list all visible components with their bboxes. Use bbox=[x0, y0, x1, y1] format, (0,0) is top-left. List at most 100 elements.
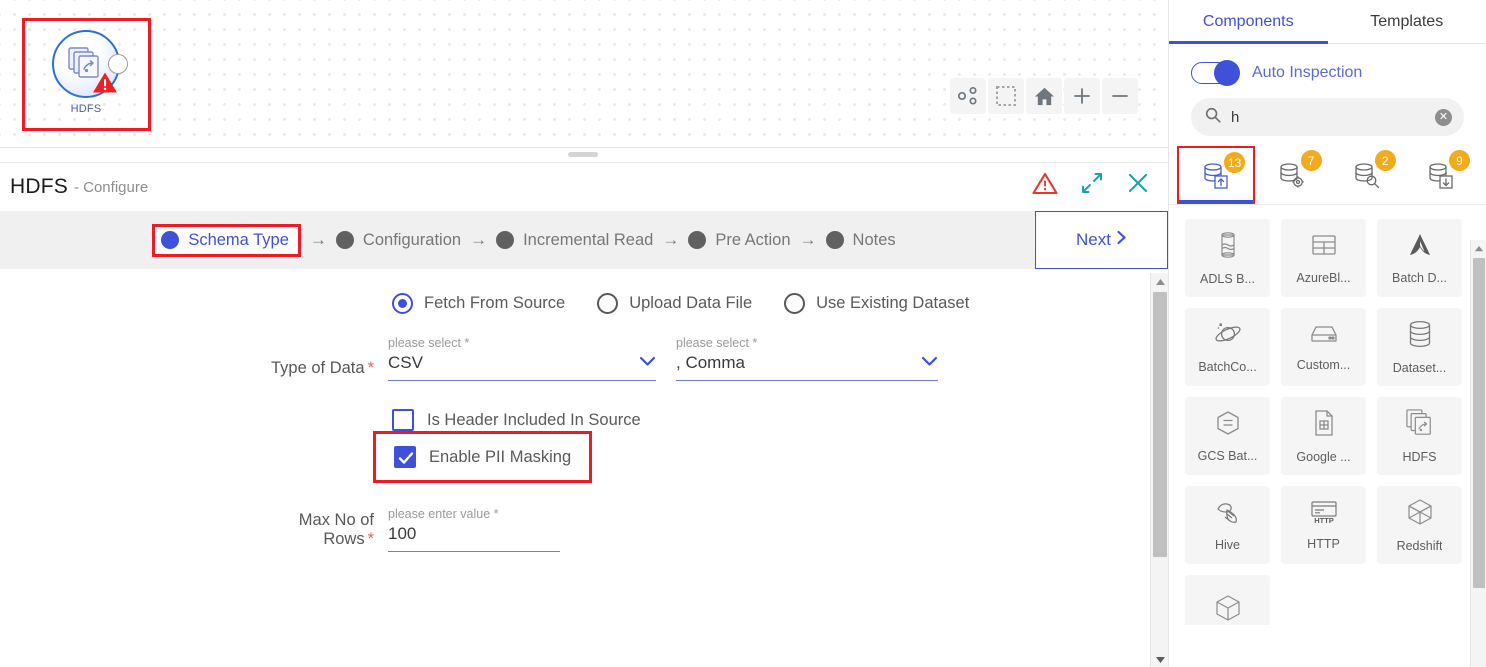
http-card-icon: HTTP bbox=[1310, 500, 1338, 529]
dialog-header: HDFS - Configure bbox=[0, 163, 1168, 211]
radio-indicator bbox=[392, 293, 413, 314]
arrow-peak-icon bbox=[1407, 232, 1433, 263]
max-no-of-rows-row: Max No of Rows * please enter value * bbox=[0, 507, 1168, 552]
hive-bee-icon bbox=[1214, 499, 1242, 530]
component-tile-adls[interactable]: ADLS B... bbox=[1185, 219, 1270, 297]
component-tile-partial[interactable] bbox=[1185, 575, 1270, 625]
scroll-down-icon[interactable] bbox=[1151, 651, 1169, 667]
zoom-out-icon[interactable] bbox=[1102, 78, 1138, 114]
home-icon[interactable] bbox=[1026, 78, 1062, 114]
component-tile-custom[interactable]: Custom... bbox=[1281, 308, 1366, 386]
configure-dialog: HDFS - Configure Schema Type → Configura… bbox=[0, 162, 1168, 667]
zoom-in-icon[interactable] bbox=[1064, 78, 1100, 114]
category-badge: 2 bbox=[1374, 150, 1396, 171]
enable-pii-masking-checkbox[interactable] bbox=[394, 446, 416, 468]
component-tile-http[interactable]: HTTP HTTP bbox=[1281, 486, 1366, 564]
dialog-stepper: Schema Type → Configuration → Incrementa… bbox=[0, 211, 1168, 269]
component-name: GCS Bat... bbox=[1197, 448, 1258, 463]
component-tile-google[interactable]: Google ... bbox=[1281, 397, 1366, 475]
category-sources[interactable]: 13 bbox=[1177, 146, 1256, 204]
dialog-actions bbox=[1032, 171, 1150, 195]
step-label: Pre Action bbox=[715, 230, 791, 249]
auto-inspection-label: Auto Inspection bbox=[1252, 64, 1363, 81]
step-notes[interactable]: Notes bbox=[825, 231, 896, 250]
source-mode-radio-group[interactable]: Fetch From Source Upload Data File Use E… bbox=[0, 269, 1168, 314]
data-format-select[interactable]: please select * CSV bbox=[388, 336, 656, 381]
max-no-of-rows-input[interactable] bbox=[388, 524, 560, 552]
component-tile-hive[interactable]: Hive bbox=[1185, 486, 1270, 564]
search-input[interactable] bbox=[1231, 108, 1435, 126]
category-transforms[interactable]: 7 bbox=[1255, 146, 1329, 204]
auto-inspection-row[interactable]: Auto Inspection bbox=[1169, 44, 1486, 86]
radio-use-existing-dataset[interactable]: Use Existing Dataset bbox=[784, 293, 969, 314]
splitter-grip[interactable] bbox=[568, 152, 598, 157]
radio-fetch-from-source[interactable]: Fetch From Source bbox=[392, 293, 565, 314]
category-inspect[interactable]: 2 bbox=[1330, 146, 1404, 204]
is-header-included-row[interactable]: Is Header Included In Source bbox=[0, 409, 1168, 431]
warning-icon[interactable] bbox=[1032, 172, 1058, 195]
dialog-scrollbar[interactable] bbox=[1150, 273, 1168, 667]
delimiter-control[interactable]: , Comma bbox=[676, 353, 938, 381]
tab-components[interactable]: Components bbox=[1169, 0, 1328, 44]
tab-templates[interactable]: Templates bbox=[1328, 0, 1486, 43]
clear-icon[interactable]: ✕ bbox=[1435, 108, 1452, 126]
component-tile-azureblob[interactable]: AzureBl... bbox=[1281, 219, 1366, 297]
max-no-of-rows-field[interactable]: please enter value * bbox=[388, 507, 560, 552]
is-header-included-label: Is Header Included In Source bbox=[427, 410, 641, 429]
panel-scroll-thumb[interactable] bbox=[1473, 258, 1485, 588]
delimiter-value: , Comma bbox=[676, 353, 745, 372]
dialog-scroll-thumb[interactable] bbox=[1153, 292, 1167, 557]
close-icon[interactable] bbox=[1126, 171, 1150, 195]
required-marker: * bbox=[367, 359, 374, 377]
expand-icon[interactable] bbox=[1080, 171, 1104, 195]
chevron-down-icon bbox=[921, 354, 938, 372]
selection-box-icon[interactable] bbox=[988, 78, 1024, 114]
component-name: ADLS B... bbox=[1200, 271, 1255, 286]
cube-icon bbox=[1214, 594, 1242, 626]
component-name: AzureBl... bbox=[1296, 270, 1351, 285]
planet-icon bbox=[1214, 321, 1242, 352]
component-tile-dataset[interactable]: Dataset... bbox=[1377, 308, 1462, 386]
component-name: BatchCo... bbox=[1198, 359, 1257, 374]
component-tile-hdfs[interactable]: HDFS bbox=[1377, 397, 1462, 475]
auto-layout-icon[interactable] bbox=[950, 78, 986, 114]
node-label: HDFS bbox=[70, 103, 102, 115]
data-format-placeholder: please select * bbox=[388, 336, 470, 350]
canvas-toolbar[interactable] bbox=[950, 78, 1138, 114]
component-name: Redshift bbox=[1396, 538, 1443, 553]
step-dot bbox=[496, 231, 515, 249]
pipeline-canvas[interactable]: HDFS bbox=[0, 0, 1168, 148]
auto-inspection-toggle[interactable] bbox=[1191, 60, 1240, 86]
step-incremental-read[interactable]: Incremental Read bbox=[496, 231, 653, 250]
enable-pii-masking-label: Enable PII Masking bbox=[429, 447, 572, 466]
step-pre-action[interactable]: Pre Action bbox=[688, 230, 791, 250]
hexagon-icon bbox=[1215, 410, 1241, 441]
panel-scrollbar[interactable] bbox=[1470, 240, 1486, 667]
component-tile-batchco[interactable]: BatchCo... bbox=[1185, 308, 1270, 386]
component-name: Batch D... bbox=[1392, 270, 1447, 285]
component-tile-gcs[interactable]: GCS Bat... bbox=[1185, 397, 1270, 475]
svg-text:HTTP: HTTP bbox=[1314, 516, 1334, 524]
document-sheet-icon bbox=[1312, 409, 1336, 442]
search-box[interactable]: ✕ bbox=[1191, 98, 1464, 136]
scroll-up-icon[interactable] bbox=[1471, 240, 1486, 256]
category-targets[interactable]: 9 bbox=[1404, 146, 1478, 204]
component-tile-batchd[interactable]: Batch D... bbox=[1377, 219, 1462, 297]
scroll-up-icon[interactable] bbox=[1151, 273, 1169, 290]
radio-upload-data-file[interactable]: Upload Data File bbox=[597, 293, 752, 314]
canvas-node-hdfs[interactable]: HDFS bbox=[52, 30, 132, 122]
delimiter-select[interactable]: please select * , Comma bbox=[676, 336, 938, 381]
component-grid-wrapper: ADLS B... AzureBl... Batch D... BatchCo.… bbox=[1169, 205, 1486, 625]
max-no-of-rows-placeholder: please enter value * bbox=[388, 507, 499, 521]
step-dot bbox=[825, 231, 844, 249]
is-header-included-checkbox[interactable] bbox=[392, 409, 414, 431]
category-badge: 9 bbox=[1449, 150, 1470, 171]
next-button[interactable]: Next bbox=[1035, 211, 1168, 269]
canvas-dialog-splitter[interactable] bbox=[0, 148, 1168, 162]
step-schema-type[interactable]: Schema Type bbox=[161, 231, 289, 250]
step-configuration[interactable]: Configuration bbox=[335, 231, 461, 250]
component-tile-redshift[interactable]: Redshift bbox=[1377, 486, 1462, 564]
chevron-right-icon bbox=[1116, 230, 1127, 250]
data-format-control[interactable]: CSV bbox=[388, 353, 656, 381]
panel-tabs: Components Templates bbox=[1169, 0, 1486, 44]
